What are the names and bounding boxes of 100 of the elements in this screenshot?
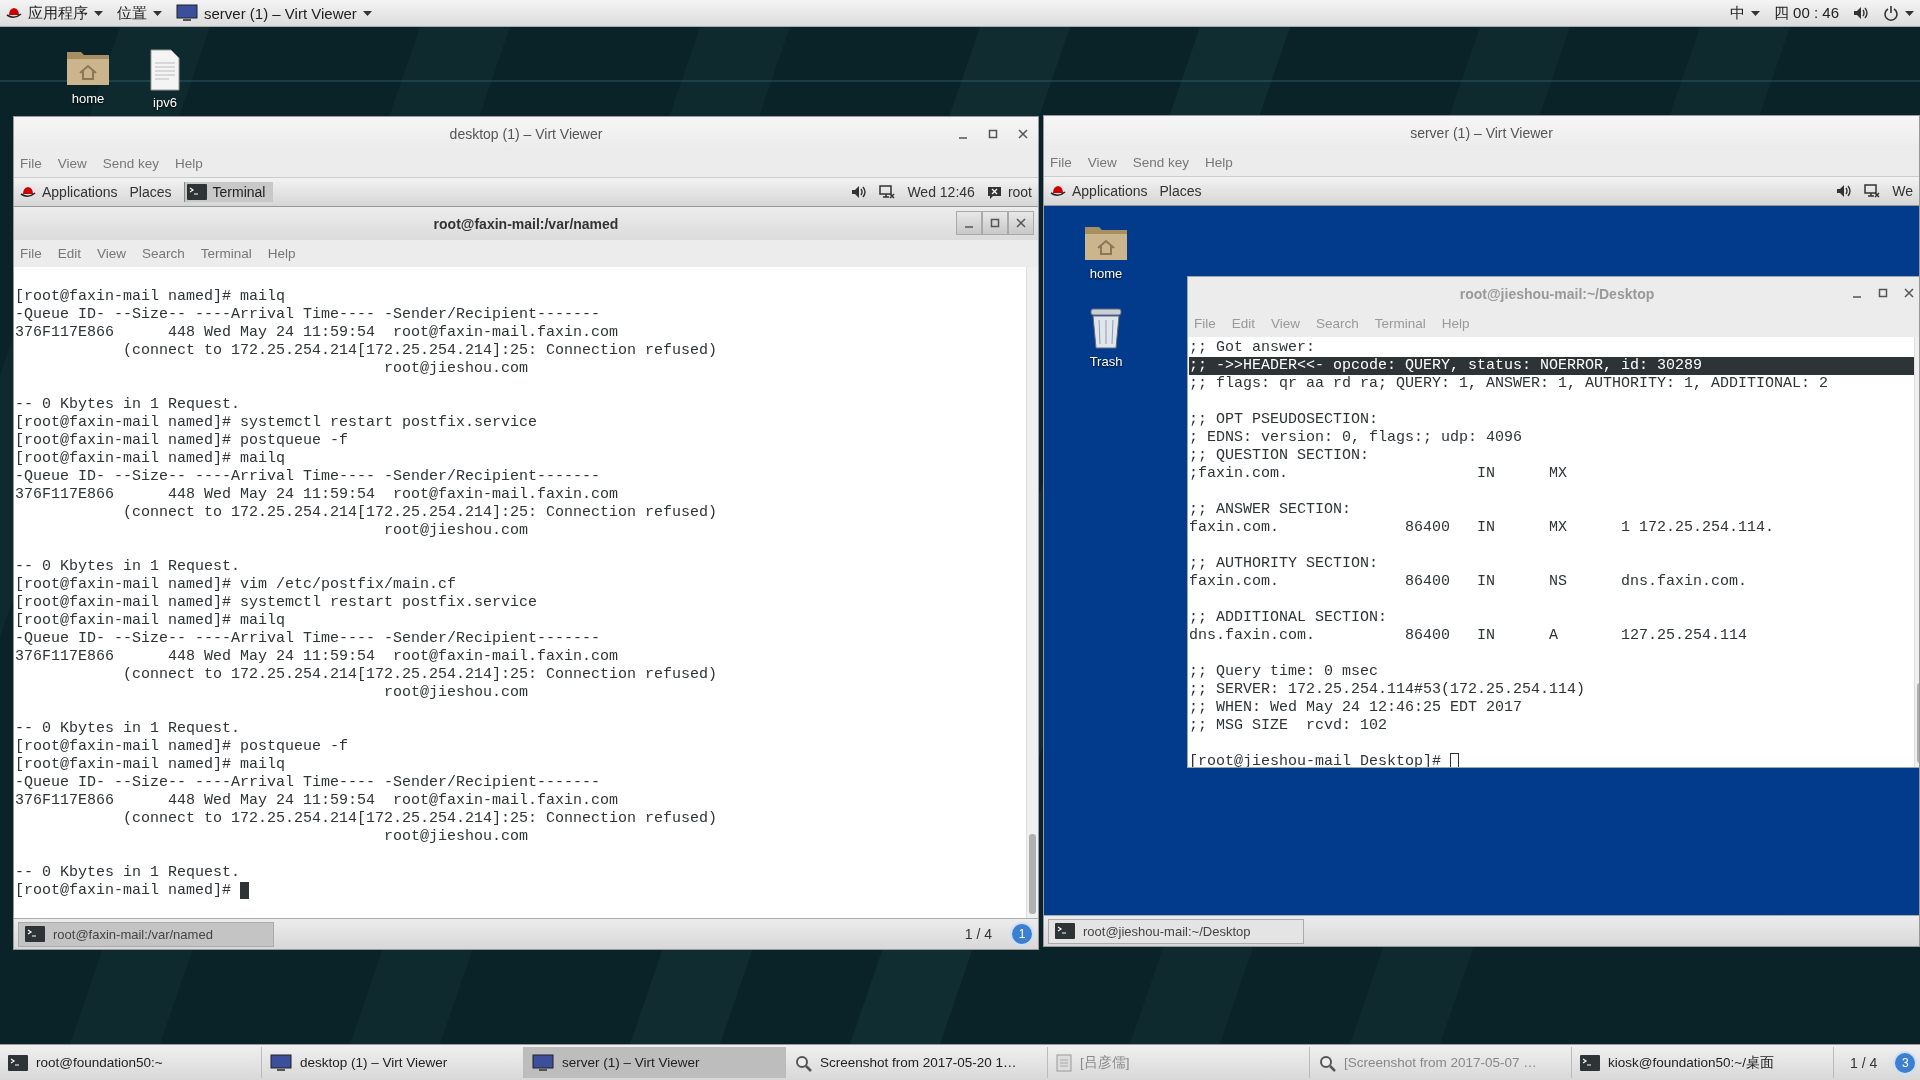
volume-icon[interactable] <box>1853 5 1869 21</box>
icon-label[interactable]: ipv6 <box>153 95 177 110</box>
terminal-icon[interactable] <box>25 926 45 942</box>
menu-item[interactable]: View <box>97 246 127 261</box>
menu-item[interactable]: Help <box>1205 155 1233 170</box>
network-icon[interactable] <box>1864 183 1881 199</box>
menu-item[interactable]: Help <box>175 156 203 171</box>
terminal-line: ;; Got answer: <box>1189 339 1316 357</box>
file-icon <box>149 49 181 91</box>
menu-item[interactable]: Places <box>1159 183 1202 199</box>
task-button[interactable]: kiosk@foundation50:~/桌面 <box>1572 1047 1834 1078</box>
network-icon[interactable] <box>879 184 896 200</box>
app-menu-button[interactable]: Terminal <box>183 182 274 202</box>
hat-icon[interactable] <box>6 5 22 21</box>
menu-item[interactable]: File <box>20 156 42 171</box>
window-title: desktop (1) – Virt Viewer <box>449 125 603 142</box>
volume-icon[interactable] <box>1836 183 1853 199</box>
terminal-line: 376F117E866 448 Wed May 24 11:59:54 root@faxin-mail.faxin.com <box>15 324 619 342</box>
task-button[interactable]: root@foundation50:~ <box>0 1047 262 1078</box>
menu-item[interactable]: Send key <box>102 156 160 171</box>
terminal-line: root@jieshou.com <box>383 360 529 378</box>
close-icon[interactable] <box>1016 218 1026 228</box>
workspace-pager[interactable]: 1 / 4 <box>956 926 1000 942</box>
monitor-icon[interactable] <box>176 4 198 22</box>
magnifier-icon[interactable] <box>794 1053 812 1072</box>
icon-label[interactable]: home <box>1089 266 1123 281</box>
task-button[interactable]: root@jieshou-mail:~/Desktop <box>1048 918 1304 944</box>
maximize-icon[interactable] <box>1878 288 1888 298</box>
close-button[interactable] <box>1008 211 1034 235</box>
clock[interactable]: We <box>1892 183 1913 199</box>
terminal-line: 376F117E866 448 Wed May 24 11:59:54 root@faxin-mail.faxin.com <box>15 486 619 504</box>
menu-item[interactable]: Terminal <box>200 246 252 261</box>
minimize-button[interactable] <box>956 211 982 235</box>
terminal-line: [root@faxin-mail named]# postqueue -f <box>15 738 349 756</box>
hat-icon[interactable] <box>1050 183 1066 199</box>
menu-item[interactable]: Search <box>142 246 185 261</box>
close-icon[interactable] <box>1018 128 1028 139</box>
window-list-item[interactable]: server (1) – Virt Viewer <box>204 4 357 22</box>
terminal-icon[interactable] <box>1055 923 1075 939</box>
clock[interactable]: 四 00 : 46 <box>1773 3 1839 23</box>
menu-item[interactable]: View <box>1087 155 1117 170</box>
menu-item[interactable]: Send key <box>1132 155 1190 170</box>
task-button[interactable]: Screenshot from 2017-05-20 1… <box>786 1047 1048 1078</box>
menu-item[interactable]: Help <box>267 246 296 261</box>
menu-item[interactable]: File <box>20 246 42 261</box>
monitor-icon[interactable] <box>532 1053 554 1072</box>
magnifier-icon[interactable] <box>1318 1053 1336 1072</box>
power-icon[interactable] <box>1883 5 1899 21</box>
menu-item[interactable]: Applications <box>42 184 118 200</box>
caret-icon[interactable] <box>362 10 372 16</box>
maximize-button[interactable] <box>982 211 1008 235</box>
menu-item[interactable]: 应用程序 <box>28 3 88 23</box>
menu-item[interactable]: Edit <box>57 246 82 261</box>
terminal-line: root@jieshou.com <box>383 522 529 540</box>
menu-item[interactable]: Places <box>129 184 172 200</box>
maximize-icon[interactable] <box>990 218 1000 228</box>
terminal-line: (connect to 172.25.254.214[172.25.254.214]:25: Connection refused) <box>122 666 718 684</box>
terminal-line: root@jieshou.com <box>383 684 529 702</box>
terminal-line: ;; Query time: 0 msec <box>1189 663 1379 681</box>
icon-label[interactable]: Trash <box>1089 354 1123 369</box>
task-button[interactable]: root@faxin-mail:/var/named <box>18 921 274 947</box>
clock[interactable]: Wed 12:46 <box>907 184 975 200</box>
window-title: server (1) – Virt Viewer <box>1410 124 1553 141</box>
maximize-icon[interactable] <box>988 128 998 139</box>
workspace-badge[interactable]: 1 <box>1010 922 1034 946</box>
caret-icon[interactable] <box>153 10 162 16</box>
input-method[interactable]: 中 <box>1729 3 1745 23</box>
task-button[interactable]: desktop (1) – Virt Viewer <box>262 1047 524 1078</box>
monitor-icon[interactable] <box>270 1053 292 1072</box>
caret-icon[interactable] <box>94 10 103 16</box>
workspace-pager[interactable]: 1 / 4 <box>1842 1054 1886 1071</box>
menu-item[interactable]: File <box>1050 155 1072 170</box>
menu-item[interactable]: View <box>57 156 87 171</box>
terminal-line: (connect to 172.25.254.214[172.25.254.214]:25: Connection refused) <box>122 504 718 522</box>
terminal-line: faxin.com. 86400 IN MX 1 172.25.254.114. <box>1189 519 1775 537</box>
icon-label[interactable]: home <box>71 91 105 106</box>
menu-item[interactable]: 位置 <box>117 3 147 23</box>
terminal-line: ;; QUESTION SECTION: <box>1189 447 1370 465</box>
terminal-line: [root@faxin-mail named]# mailq <box>15 756 286 774</box>
terminal-line: [root@faxin-mail named]# systemctl restart postfix.service <box>15 414 538 432</box>
volume-icon[interactable] <box>851 184 868 200</box>
terminal-line: -- 0 Kbytes in 1 Request. <box>15 396 241 414</box>
close-icon[interactable] <box>1904 288 1914 298</box>
user-menu[interactable]: root <box>1007 184 1032 200</box>
terminal-line: [root@faxin-mail named]# vim /etc/postfix/main.cf <box>15 576 457 594</box>
terminal-icon[interactable] <box>186 184 207 200</box>
hat-icon[interactable] <box>20 184 36 200</box>
caret-icon[interactable] <box>1905 10 1914 16</box>
terminal-line: [root@faxin-mail named]# mailq <box>15 288 286 306</box>
caret-icon[interactable] <box>1750 10 1760 16</box>
menu-item[interactable]: Applications <box>1072 183 1148 199</box>
workspace-badge[interactable]: 3 <box>1893 1050 1918 1075</box>
bubble-icon[interactable] <box>986 184 1002 200</box>
terminal-line: ;; MSG SIZE rcvd: 102 <box>1189 717 1388 735</box>
task-button[interactable]: server (1) – Virt Viewer <box>524 1047 786 1078</box>
terminal-line: (connect to 172.25.254.214[172.25.254.214]:25: Connection refused) <box>122 342 718 360</box>
terminal-icon[interactable] <box>8 1054 28 1071</box>
terminal-line: [root@faxin-mail named]# mailq <box>15 612 286 630</box>
terminal-line: ;; OPT PSEUDOSECTION: <box>1189 411 1379 429</box>
terminal-icon[interactable] <box>1580 1054 1600 1071</box>
